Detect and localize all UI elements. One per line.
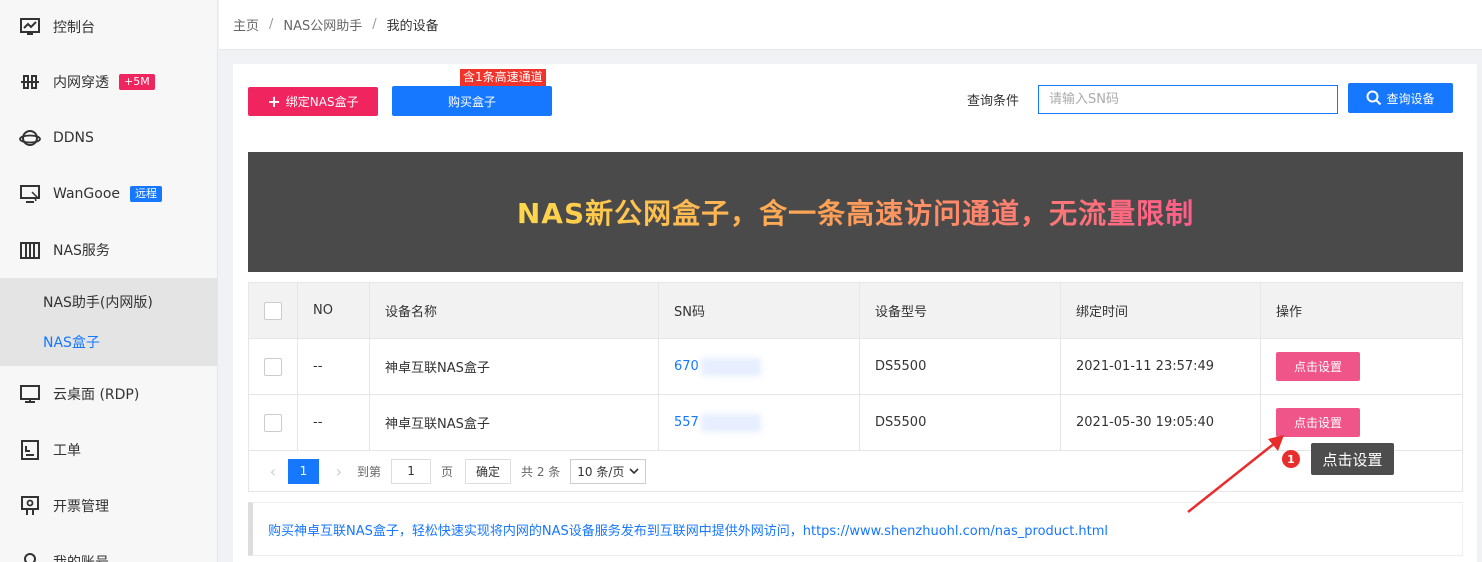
select-all-checkbox[interactable] — [264, 301, 282, 320]
nas-submenu: NAS助手(内网版) NAS盒子 — [0, 278, 217, 366]
row-checkbox[interactable] — [264, 357, 282, 376]
ticket-icon — [19, 439, 41, 461]
cell-device-name: 神卓互联NAS盒子 — [370, 339, 659, 394]
search-icon — [1366, 90, 1382, 106]
cell-model: DS5500 — [860, 339, 1061, 394]
goto-label: 到第 — [357, 464, 382, 479]
sidebar-item-label: NAS服务 — [53, 243, 110, 259]
goto-page-input[interactable]: 1 — [391, 458, 432, 484]
cell-no: -- — [298, 339, 370, 394]
cell-no: -- — [298, 395, 370, 450]
click-settings-tooltip: 点击设置 — [1311, 443, 1394, 475]
redacted-mask — [700, 413, 761, 432]
sidebar-item-console[interactable]: 控制台 — [0, 0, 217, 54]
breadcrumb-separator: / — [372, 17, 377, 32]
query-device-button[interactable]: 查询设备 — [1348, 83, 1453, 113]
redacted-mask — [700, 357, 761, 376]
cell-bind-time: 2021-01-11 23:57:49 — [1061, 339, 1261, 394]
sidebar-item-ticket[interactable]: 工单 — [0, 422, 217, 478]
breadcrumb-current: 我的设备 — [386, 19, 439, 34]
main-panel: + 绑定NAS盒子 购买盒子 含1条高速通道 查询条件 查询设备 NAS新公网盒… — [233, 64, 1477, 562]
cell-action: 点击设置 — [1261, 395, 1462, 450]
query-label: 查询条件 — [967, 94, 1020, 109]
server-rack-icon — [19, 239, 41, 261]
table-row: -- 神卓互联NAS盒子 670 DS5500 2021-01-11 23:57… — [249, 339, 1462, 395]
cell-sn: 670 — [659, 339, 860, 394]
invoice-icon — [19, 495, 41, 517]
monitor-chart-icon — [19, 16, 41, 38]
settings-button[interactable]: 点击设置 — [1276, 352, 1360, 381]
sidebar-item-label: WanGooe — [53, 186, 120, 202]
sidebar-item-label: 内网穿透 — [53, 75, 109, 91]
bandwidth-badge: +5M — [119, 74, 155, 90]
promo-banner[interactable]: NAS新公网盒子，含一条高速访问通道，无流量限制 — [248, 152, 1463, 272]
next-page-icon[interactable]: › — [329, 462, 349, 481]
sn-link[interactable]: 557 — [674, 415, 699, 430]
sidebar-item-label: 云桌面 (RDP) — [53, 387, 140, 403]
sidebar-item-label: DDNS — [53, 130, 94, 146]
breadcrumb-nas-helper[interactable]: NAS公网助手 — [283, 15, 362, 34]
cell-model: DS5500 — [860, 395, 1061, 450]
sidebar-item-label: 我的账号 — [53, 552, 109, 562]
chevron-down-icon — [629, 468, 640, 475]
row-checkbox-cell — [249, 395, 298, 450]
sidebar-item-label: 开票管理 — [53, 499, 109, 515]
column-header: 绑定时间 — [1061, 283, 1261, 338]
cell-device-name: 神卓互联NAS盒子 — [370, 395, 659, 450]
sidebar-item-account[interactable]: 我的账号 — [0, 534, 217, 562]
high-speed-channel-tag: 含1条高速通道 — [460, 69, 546, 86]
page-number-current[interactable]: 1 — [288, 458, 319, 484]
sidebar-item-cloud-desktop[interactable]: 云桌面 (RDP) — [0, 366, 217, 422]
desktop-icon — [19, 383, 41, 405]
sidebar-subitem-nas-helper[interactable]: NAS助手(内网版) — [0, 282, 217, 322]
buy-box-button[interactable]: 购买盒子 — [392, 86, 552, 116]
column-header: 设备名称 — [370, 283, 659, 338]
sidebar: 控制台 内网穿透 +5M DDNS WanGooe 远程 NAS服务 NAS助手… — [0, 0, 218, 562]
row-checkbox-cell — [249, 339, 298, 394]
sidebar-item-wangooe[interactable]: WanGooe 远程 — [0, 166, 217, 222]
bind-nas-box-label: 绑定NAS盒子 — [285, 95, 359, 109]
total-count: 共 2 条 — [521, 464, 561, 479]
breadcrumb-separator: / — [269, 17, 274, 32]
globe-ring-icon — [19, 127, 41, 149]
column-header: NO — [298, 283, 370, 338]
breadcrumb-home[interactable]: 主页 — [233, 15, 259, 34]
cell-action: 点击设置 — [1261, 339, 1462, 394]
sn-search-input[interactable] — [1038, 85, 1338, 114]
page-unit-label: 页 — [441, 464, 454, 479]
sidebar-item-ddns[interactable]: DDNS — [0, 110, 217, 166]
annotation-arrow-icon — [1187, 435, 1284, 513]
sidebar-item-label: 控制台 — [53, 20, 95, 36]
query-device-label: 查询设备 — [1386, 91, 1435, 106]
breadcrumb: 主页 / NAS公网助手 / 我的设备 — [219, 0, 1482, 50]
prev-page-icon[interactable]: ‹ — [263, 462, 283, 481]
remote-badge: 远程 — [130, 186, 162, 202]
column-header: 操作 — [1276, 305, 1303, 320]
cell-sn: 557 — [659, 395, 860, 450]
goto-confirm-button[interactable]: 确定 — [465, 458, 512, 484]
header-checkbox-cell — [249, 283, 298, 338]
sidebar-subitem-nas-box[interactable]: NAS盒子 — [0, 322, 217, 362]
sidebar-item-label: 工单 — [53, 443, 81, 459]
banner-text: NAS新公网盒子，含一条高速访问通道，无流量限制 — [517, 192, 1194, 232]
column-header: 设备型号 — [860, 283, 1061, 338]
page-size-value: 10 条/页 — [577, 464, 625, 479]
page-size-select[interactable]: 10 条/页 — [570, 458, 647, 484]
sn-link[interactable]: 670 — [674, 359, 699, 374]
user-icon — [19, 551, 41, 562]
sidebar-item-nas-service[interactable]: NAS服务 — [0, 222, 217, 278]
row-checkbox[interactable] — [264, 413, 282, 432]
column-header: SN码 — [659, 283, 860, 338]
plus-icon: + — [267, 91, 281, 111]
step-number-badge: 1 — [1282, 450, 1300, 468]
table-header: NO 设备名称 SN码 设备型号 绑定时间 操作 — [249, 283, 1462, 339]
bind-nas-box-button[interactable]: + 绑定NAS盒子 — [248, 87, 378, 116]
remote-desktop-icon — [19, 183, 41, 205]
sidebar-item-tunnel[interactable]: 内网穿透 +5M — [0, 54, 217, 110]
sidebar-item-invoice[interactable]: 开票管理 — [0, 478, 217, 534]
network-icon — [19, 71, 41, 93]
